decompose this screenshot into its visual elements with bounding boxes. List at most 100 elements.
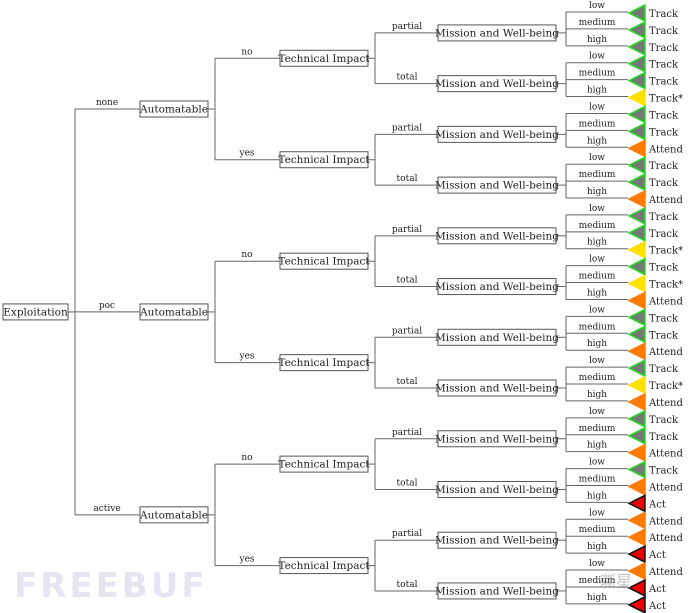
branch-label-medium: medium <box>579 525 616 535</box>
branch-label-partial: partial <box>392 326 422 336</box>
branch-label-no: no <box>241 453 252 463</box>
mission-node-label: Mission and Well-being <box>435 433 559 445</box>
branch-label-medium: medium <box>579 69 616 79</box>
outcome-triangle-track <box>627 3 646 23</box>
outcome-triangle-attend <box>627 291 646 310</box>
branch-label-high: high <box>587 288 607 298</box>
branch-label-low: low <box>589 52 605 62</box>
branch-label-high: high <box>587 491 607 501</box>
outcome-label: Attend <box>648 398 683 409</box>
technical-impact-node-label: Technical Impact <box>278 53 370 65</box>
outcome-triangle-act <box>627 494 646 513</box>
branch-label-high: high <box>587 593 607 603</box>
branch-label-low: low <box>589 458 605 468</box>
outcome-triangle-attend <box>627 189 646 209</box>
branch-label-low: low <box>589 102 605 112</box>
outcome-triangle-attend <box>627 527 646 547</box>
decision-tree: low medium high Mission and Well-being low me… <box>2 1 683 613</box>
outcome-triangle-track <box>627 325 646 344</box>
outcome-triangle-track-star <box>627 274 646 293</box>
outcome-triangle-track <box>627 172 646 192</box>
mission-node-label: Mission and Well-being <box>435 585 559 597</box>
outcome-label: Track <box>649 161 679 172</box>
outcome-triangle-track-star <box>627 240 646 259</box>
outcome-label: Track <box>649 263 679 274</box>
outcome-triangle-track <box>627 460 646 479</box>
mission-node-label: Mission and Well-being <box>435 78 559 90</box>
mission-node-label: Mission and Well-being <box>435 332 559 344</box>
technical-impact-node-label: Technical Impact <box>278 459 370 471</box>
branch-label-total: total <box>397 276 418 286</box>
branch-label-high: high <box>587 542 607 552</box>
outcome-label: Track <box>649 330 679 341</box>
watermark-logo: FREEBUF <box>14 566 208 606</box>
branch-label-low: low <box>589 1 605 11</box>
branch-label-medium: medium <box>579 18 616 28</box>
outcome-label: Track <box>649 212 679 223</box>
outcome-triangle-attend <box>627 511 646 530</box>
branch-label-medium: medium <box>579 424 616 434</box>
branch-label-high: high <box>587 238 607 248</box>
outcome-triangle-track <box>627 71 646 90</box>
outcome-label: Track <box>649 415 679 426</box>
branch-label-low: low <box>589 356 605 366</box>
outcome-triangle-track <box>627 155 646 175</box>
outcome-label: Track <box>649 110 679 121</box>
outcome-triangle-track-star <box>627 88 646 107</box>
branch-label-medium: medium <box>579 474 616 484</box>
automatable-node-label: Automatable <box>139 306 208 318</box>
outcome-triangle-attend <box>627 341 646 361</box>
branch-label-medium: medium <box>579 272 616 282</box>
outcome-label: Attend <box>648 533 683 544</box>
mission-node-label: Mission and Well-being <box>435 180 559 192</box>
outcome-triangle-track <box>627 54 646 73</box>
outcome-label: Track <box>649 178 679 189</box>
mission-node-label: Mission and Well-being <box>435 27 559 39</box>
branch-label-low: low <box>589 255 605 265</box>
automatable-node-label: Automatable <box>139 509 208 521</box>
outcome-label: Track <box>649 26 679 37</box>
branch-label-partial: partial <box>392 123 422 133</box>
outcome-label: Track <box>649 127 679 138</box>
branch-label-high: high <box>587 86 607 96</box>
outcome-triangle-track <box>627 358 646 378</box>
outcome-triangle-track <box>627 37 646 57</box>
outcome-triangle-track <box>627 20 646 40</box>
branch-label-medium: medium <box>579 322 616 332</box>
branch-label-partial: partial <box>392 529 422 539</box>
technical-impact-node-label: Technical Impact <box>278 256 370 268</box>
exploitation-node-label: Exploitation <box>3 306 68 318</box>
outcome-triangle-attend <box>627 392 646 412</box>
outcome-triangle-track <box>627 122 646 141</box>
branch-label-none: none <box>96 98 118 108</box>
outcome-label: Track* <box>649 280 683 291</box>
outcome-label: Track* <box>649 94 683 105</box>
branch-label-total: total <box>397 478 418 488</box>
outcome-triangle-track <box>627 308 646 327</box>
branch-label-high: high <box>587 339 607 349</box>
outcome-triangle-track-star <box>627 375 646 395</box>
outcome-label: Attend <box>648 144 683 155</box>
outcome-label: Track <box>649 466 679 477</box>
mission-node-label: Mission and Well-being <box>435 535 559 547</box>
outcome-label: Attend <box>648 516 683 527</box>
outcome-triangle-track <box>627 223 646 243</box>
branch-label-total: total <box>397 580 418 590</box>
outcome-label: Track <box>649 77 679 88</box>
branch-label-medium: medium <box>579 373 616 383</box>
mission-node-label: Mission and Well-being <box>435 383 559 395</box>
outcome-triangle-attend <box>627 443 646 462</box>
outcome-label: Track <box>649 313 679 324</box>
branch-label-no: no <box>241 47 252 57</box>
branch-label-partial: partial <box>392 225 422 235</box>
branch-label-partial: partial <box>392 22 422 32</box>
branch-label-poc: poc <box>99 301 115 311</box>
outcome-triangle-track <box>627 409 646 429</box>
outcome-triangle-attend <box>627 477 646 496</box>
mission-node-label: Mission and Well-being <box>435 129 559 141</box>
branch-label-total: total <box>397 377 418 387</box>
branch-label-no: no <box>241 250 252 260</box>
outcome-triangle-track <box>627 257 646 276</box>
branch-label-high: high <box>587 136 607 146</box>
branch-label-high: high <box>587 35 607 45</box>
